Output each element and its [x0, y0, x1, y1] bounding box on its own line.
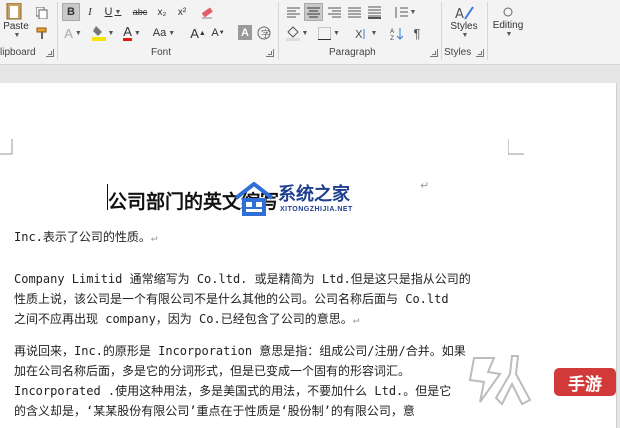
copy-icon[interactable] — [34, 5, 50, 21]
find-icon — [503, 7, 513, 17]
styles-button[interactable]: A Styles ▼ — [446, 0, 482, 44]
superscript-label: x² — [177, 6, 187, 18]
paragraph-3[interactable]: 再说回来，Inc.的原形是 Incorporation 意思是指：组成公司/注册… — [14, 341, 514, 421]
subscript-button[interactable]: x₂ — [153, 3, 171, 21]
text-line: 再说回来，Inc.的原形是 Incorporation 意思是指：组成公司/注册… — [14, 344, 466, 358]
ribbon-separator — [278, 2, 279, 60]
paragraph-mark: ↵ — [150, 231, 158, 244]
text-line: Inc.表示了公司的性质。 — [14, 230, 151, 244]
text-line: Company Limitid 通常缩写为 Co.ltd. 或是精简为 Ltd.… — [14, 272, 471, 286]
svg-text:Z: Z — [390, 35, 394, 40]
italic-label: I — [88, 6, 92, 18]
clipboard-dialog-launcher-icon[interactable] — [46, 49, 54, 57]
svg-text:A: A — [390, 28, 395, 35]
strikethrough-button[interactable]: abc — [130, 3, 150, 21]
editing-button[interactable]: Editing ▼ — [490, 0, 526, 44]
paste-label: Paste — [3, 21, 29, 32]
text-line-content: 之间不应再出现 company，因为 Co.已经包含了公司的意思。 — [14, 312, 353, 326]
ribbon-separator — [487, 2, 488, 60]
text-line: 加在公司名称后面，多是它的分词形式，但是已变成一个固有的形容词汇。 — [14, 364, 411, 378]
site-url: XITONGZHIJIA.NET — [280, 206, 353, 213]
format-painter-icon[interactable] — [34, 25, 50, 41]
shading-icon[interactable]: ▼ — [284, 24, 310, 42]
shrink-font-label: A — [211, 27, 219, 39]
crop-mark-top-left-icon — [0, 139, 13, 155]
styles-group-label: Styles — [444, 47, 472, 58]
brand-watermark: 手游 — [466, 352, 620, 410]
character-shading-label: A — [241, 26, 249, 39]
chinese-layout-icon[interactable]: X ▼ — [353, 24, 379, 42]
styles-dialog-launcher-icon[interactable] — [476, 49, 484, 57]
underline-button[interactable]: U ▼ — [101, 3, 125, 21]
sort-icon[interactable]: AZ — [387, 24, 405, 42]
change-case-button[interactable]: Aa ▼ — [150, 24, 178, 42]
paste-button[interactable]: Paste ▼ — [0, 0, 32, 42]
align-right-icon[interactable] — [325, 3, 343, 21]
editing-label: Editing — [492, 20, 524, 31]
bold-button[interactable]: B — [62, 3, 80, 21]
paragraph-1[interactable]: Inc.表示了公司的性质。↵ — [14, 227, 514, 248]
svg-text:A: A — [455, 7, 464, 21]
text-line: 性质上说，该公司是一个有限公司不是什么其他的公司。公司名称后面与 Co.ltd — [14, 292, 449, 306]
justify-icon[interactable] — [345, 3, 363, 21]
paragraph-dialog-launcher-icon[interactable] — [430, 49, 438, 57]
character-shading-button[interactable]: A — [238, 25, 252, 40]
svg-text:字: 字 — [261, 28, 270, 40]
crop-mark-top-right-icon — [508, 139, 524, 155]
change-case-label: Aa — [152, 27, 167, 39]
styles-label: Styles — [450, 21, 478, 32]
font-group-label: Font — [151, 47, 172, 58]
grow-font-button[interactable]: A ▲ — [190, 24, 206, 42]
superscript-button[interactable]: x² — [173, 3, 191, 21]
text-line: 之间不应再出现 company，因为 Co.已经包含了公司的意思。↵ — [14, 309, 514, 330]
font-color-button[interactable]: A ▼ — [120, 24, 144, 42]
highlight-color-button[interactable]: ▼ — [90, 24, 116, 42]
font-dialog-launcher-icon[interactable] — [266, 49, 274, 57]
paragraph-group-label: Paragraph — [329, 47, 376, 58]
ribbon: Paste ▼ lipboard B I U ▼ abc x₂ x² A ▼ ▼ A… — [0, 0, 620, 65]
clipboard-group-label: lipboard — [0, 47, 36, 58]
text-line: 的含义却是，‘某某股份有限公司’重点在于性质是‘股份制’的有限公司，意 — [14, 404, 415, 418]
font-color-icon: A — [123, 23, 132, 41]
show-marks-icon[interactable]: ¶ — [408, 24, 426, 42]
paragraph-mark: ↵ — [352, 313, 360, 326]
ribbon-separator — [57, 2, 58, 60]
distributed-icon[interactable] — [365, 3, 383, 21]
shrink-font-button[interactable]: A ▼ — [210, 24, 226, 42]
styles-icon: A — [455, 6, 474, 21]
grow-font-label: A — [190, 25, 199, 41]
highlighter-icon — [91, 26, 106, 41]
paragraph-2[interactable]: Company Limitid 通常缩写为 Co.ltd. 或是精简为 Ltd.… — [14, 269, 514, 330]
paste-icon — [6, 3, 22, 20]
ribbon-separator — [441, 2, 442, 60]
paste-dropdown-icon[interactable]: ▼ — [14, 32, 21, 39]
align-center-icon[interactable] — [304, 3, 323, 21]
line-spacing-icon[interactable]: ▼ — [393, 3, 417, 21]
brand-badge: 手游 — [554, 368, 616, 396]
svg-text:X: X — [355, 28, 363, 40]
subscript-label: x₂ — [157, 6, 167, 18]
brand-logo-icon — [468, 355, 532, 406]
site-watermark: 系统之家 XITONGZHIJIA.NET — [234, 182, 394, 222]
paragraph-mark: ↵ — [420, 180, 430, 192]
strikethrough-label: abc — [132, 7, 148, 17]
site-name: 系统之家 — [278, 184, 350, 205]
italic-button[interactable]: I — [82, 3, 98, 21]
bold-label: B — [67, 6, 75, 18]
text-line: Incorporated .使用这种用法，多是美国式的用法，不要加什么 Ltd.… — [14, 384, 452, 398]
house-logo-icon — [234, 182, 274, 216]
text-effects-icon[interactable]: A ▼ — [62, 24, 84, 42]
align-left-icon[interactable] — [284, 3, 302, 21]
enclose-characters-icon[interactable]: 字 — [256, 25, 272, 41]
borders-icon[interactable]: ▼ — [316, 24, 342, 42]
brand-text: 手游 — [568, 374, 602, 395]
underline-label: U — [104, 6, 113, 18]
clear-formatting-icon[interactable] — [198, 3, 216, 21]
